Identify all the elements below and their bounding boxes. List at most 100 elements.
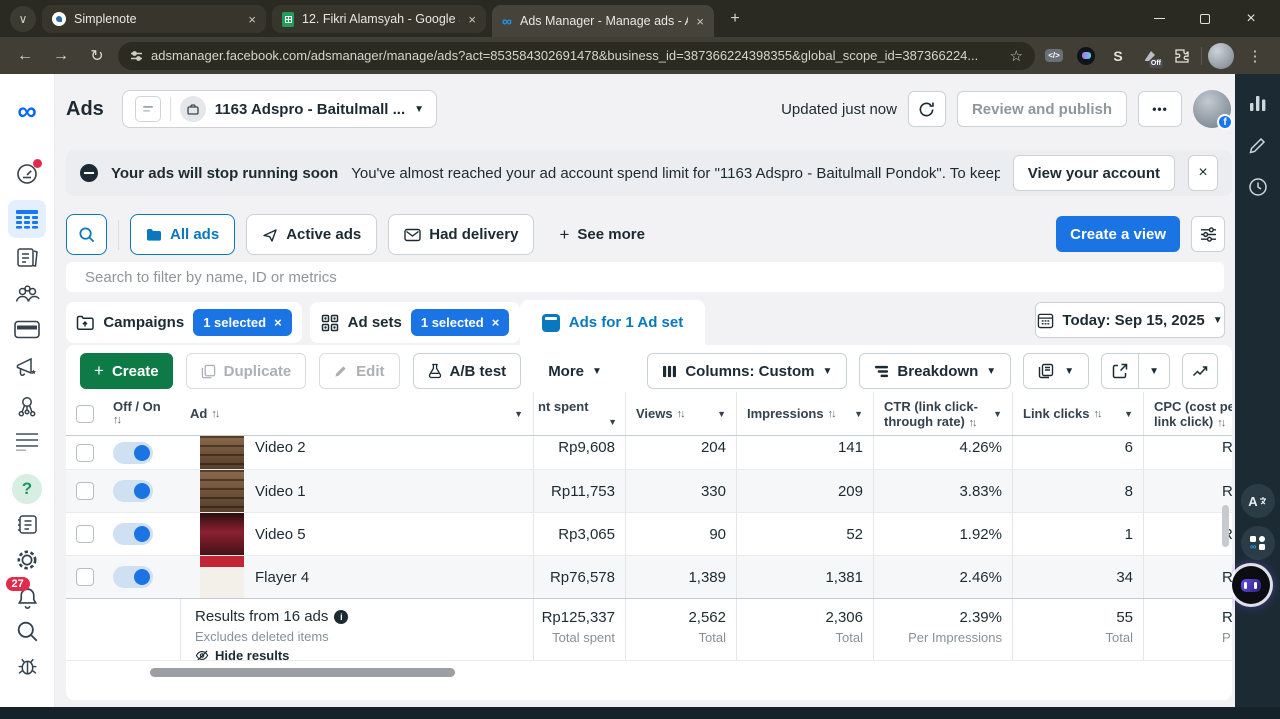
tab-close-icon[interactable]: × — [248, 12, 256, 27]
column-header-ctr[interactable]: CTR (link click-through rate) ↑↓▼ — [873, 392, 1012, 435]
hide-results-button[interactable]: Hide results — [195, 648, 289, 660]
filter-active-ads[interactable]: Active ads — [246, 214, 377, 255]
columns-button[interactable]: Columns: Custom▼ — [647, 353, 847, 389]
billing-icon[interactable] — [0, 320, 54, 339]
history-clock-icon[interactable] — [1235, 177, 1280, 197]
off-extension-icon[interactable]: Off — [1137, 43, 1163, 69]
settings-gear-icon[interactable] — [0, 548, 54, 572]
translate-icon[interactable]: A — [1235, 484, 1280, 518]
user-avatar[interactable]: f — [1193, 90, 1231, 128]
monica-extension-icon[interactable] — [1073, 43, 1099, 69]
devtools-extension-icon[interactable]: </> — [1041, 43, 1067, 69]
close-button[interactable]: × — [1228, 0, 1274, 37]
ad-account-selector[interactable]: 1163 Adspro - Baitulmall ... ▼ — [122, 90, 437, 128]
browser-tab-ads-manager[interactable]: ∞ Ads Manager - Manage ads - A × — [492, 5, 714, 37]
ad-status-toggle[interactable] — [113, 523, 153, 545]
banner-close-icon[interactable]: × — [1188, 155, 1218, 191]
tab-ads-active[interactable]: Ads for 1 Ad set — [520, 300, 705, 345]
table-row[interactable]: Video 2 Rp9,608 204 141 4.26% 6 R — [66, 436, 1232, 470]
search-input[interactable] — [66, 262, 1224, 292]
select-all-checkbox[interactable] — [76, 405, 94, 423]
row-checkbox[interactable] — [76, 525, 94, 543]
ads-reporting-icon[interactable] — [0, 246, 54, 268]
refresh-button[interactable] — [908, 91, 946, 127]
ab-test-button[interactable]: A/B test — [413, 353, 522, 389]
search-nav-icon[interactable] — [0, 620, 54, 642]
info-icon[interactable]: i — [334, 610, 348, 624]
tab-ad-sets[interactable]: Ad sets 1 selected× — [310, 302, 520, 343]
vertical-scrollbar[interactable] — [1222, 505, 1229, 547]
tab-campaigns[interactable]: Campaigns 1 selected× — [66, 302, 302, 343]
forward-icon[interactable]: → — [46, 41, 76, 71]
meta-logo-icon[interactable]: ∞ — [0, 98, 54, 125]
see-more-button[interactable]: + See more — [559, 225, 644, 245]
address-bar[interactable]: adsmanager.facebook.com/adsmanager/manag… — [118, 42, 1035, 70]
extensions-puzzle-icon[interactable] — [1169, 43, 1195, 69]
ad-name[interactable]: Flayer 4 — [255, 569, 309, 586]
column-header-ad[interactable]: Ad↑↓▼ — [180, 392, 533, 435]
campaigns-nav-icon[interactable] — [0, 200, 54, 238]
duplicate-button[interactable]: Duplicate — [186, 353, 307, 389]
table-row[interactable]: Flayer 4 Rp76,578 1,389 1,381 2.46% 34 R — [66, 556, 1232, 599]
create-button[interactable]: +Create — [80, 353, 173, 389]
column-header-views[interactable]: Views↑↓▼ — [625, 392, 736, 435]
adsets-selected-badge[interactable]: 1 selected× — [411, 309, 509, 336]
row-checkbox[interactable] — [76, 482, 94, 500]
back-icon[interactable]: ← — [10, 41, 40, 71]
view-settings-icon[interactable] — [1191, 216, 1225, 252]
tab-search-icon[interactable]: ∨ — [10, 6, 36, 32]
column-header-amount-spent[interactable]: nt spent▼ — [533, 392, 625, 435]
column-header-cpc[interactable]: CPC (cost pelink click)↑↓ — [1143, 392, 1232, 435]
export-options-button[interactable]: ▼ — [1138, 354, 1169, 388]
s-extension-icon[interactable]: S — [1105, 43, 1131, 69]
filter-all-ads[interactable]: All ads — [130, 214, 235, 255]
campaigns-selected-badge[interactable]: 1 selected× — [193, 309, 291, 336]
badge-clear-icon[interactable]: × — [274, 315, 282, 330]
browser-profile-avatar[interactable] — [1208, 43, 1234, 69]
filter-had-delivery[interactable]: Had delivery — [388, 214, 534, 255]
browser-tab-sheets[interactable]: 12. Fikri Alamsyah - Google She × — [272, 5, 486, 33]
reload-icon[interactable]: ↻ — [82, 41, 112, 71]
ad-status-toggle[interactable] — [113, 442, 153, 464]
help-icon[interactable]: ? — [0, 474, 54, 504]
more-button[interactable]: More▼ — [542, 353, 608, 389]
reports-button[interactable]: ▼ — [1023, 353, 1089, 389]
advertise-megaphone-icon[interactable] — [0, 357, 54, 379]
edit-button[interactable]: Edit — [319, 353, 399, 389]
all-tools-menu-icon[interactable] — [0, 432, 54, 451]
audiences-icon[interactable] — [0, 284, 54, 304]
page-posts-icon[interactable] — [0, 514, 54, 535]
tab-close-icon[interactable]: × — [696, 14, 704, 29]
badge-clear-icon[interactable]: × — [492, 315, 500, 330]
filter-search-button[interactable] — [66, 214, 107, 255]
column-header-off-on[interactable]: Off / On↑↓ — [103, 392, 180, 435]
maximize-button[interactable] — [1182, 0, 1228, 37]
ad-status-toggle[interactable] — [113, 566, 153, 588]
table-row[interactable]: Video 1 Rp11,753 330 209 3.83% 8 R — [66, 470, 1232, 513]
minimize-button[interactable] — [1136, 0, 1182, 37]
breakdown-button[interactable]: Breakdown▼ — [859, 353, 1011, 389]
notifications-bell-icon[interactable]: 27 — [0, 586, 54, 609]
ad-name[interactable]: Video 5 — [255, 526, 306, 543]
row-checkbox[interactable] — [76, 568, 94, 586]
table-row[interactable]: Video 5 Rp3,065 90 52 1.92% 1 R — [66, 513, 1232, 556]
more-options-button[interactable]: ••• — [1138, 91, 1182, 127]
export-button[interactable] — [1102, 354, 1138, 388]
new-tab-button[interactable]: + — [722, 6, 748, 32]
site-info-icon[interactable] — [130, 50, 143, 62]
review-publish-button[interactable]: Review and publish — [957, 91, 1127, 127]
meta-apps-icon[interactable]: ∞ — [1235, 526, 1280, 560]
browser-menu-icon[interactable]: ⋮ — [1240, 41, 1270, 71]
tab-close-icon[interactable]: × — [468, 12, 476, 27]
ad-name[interactable]: Video 2 — [255, 436, 306, 456]
edit-pencil-icon[interactable] — [1235, 136, 1280, 155]
chart-view-button[interactable] — [1182, 353, 1218, 389]
create-view-button[interactable]: Create a view — [1056, 216, 1180, 252]
date-range-picker[interactable]: Today: Sep 15, 2025 ▼ — [1035, 302, 1225, 338]
bookmark-star-icon[interactable]: ☆ — [1010, 47, 1023, 65]
ad-name[interactable]: Video 1 — [255, 483, 306, 500]
horizontal-scrollbar[interactable] — [150, 668, 455, 677]
column-header-impressions[interactable]: Impressions↑↓▼ — [736, 392, 873, 435]
ad-status-toggle[interactable] — [113, 480, 153, 502]
view-account-button[interactable]: View your account — [1013, 155, 1175, 191]
